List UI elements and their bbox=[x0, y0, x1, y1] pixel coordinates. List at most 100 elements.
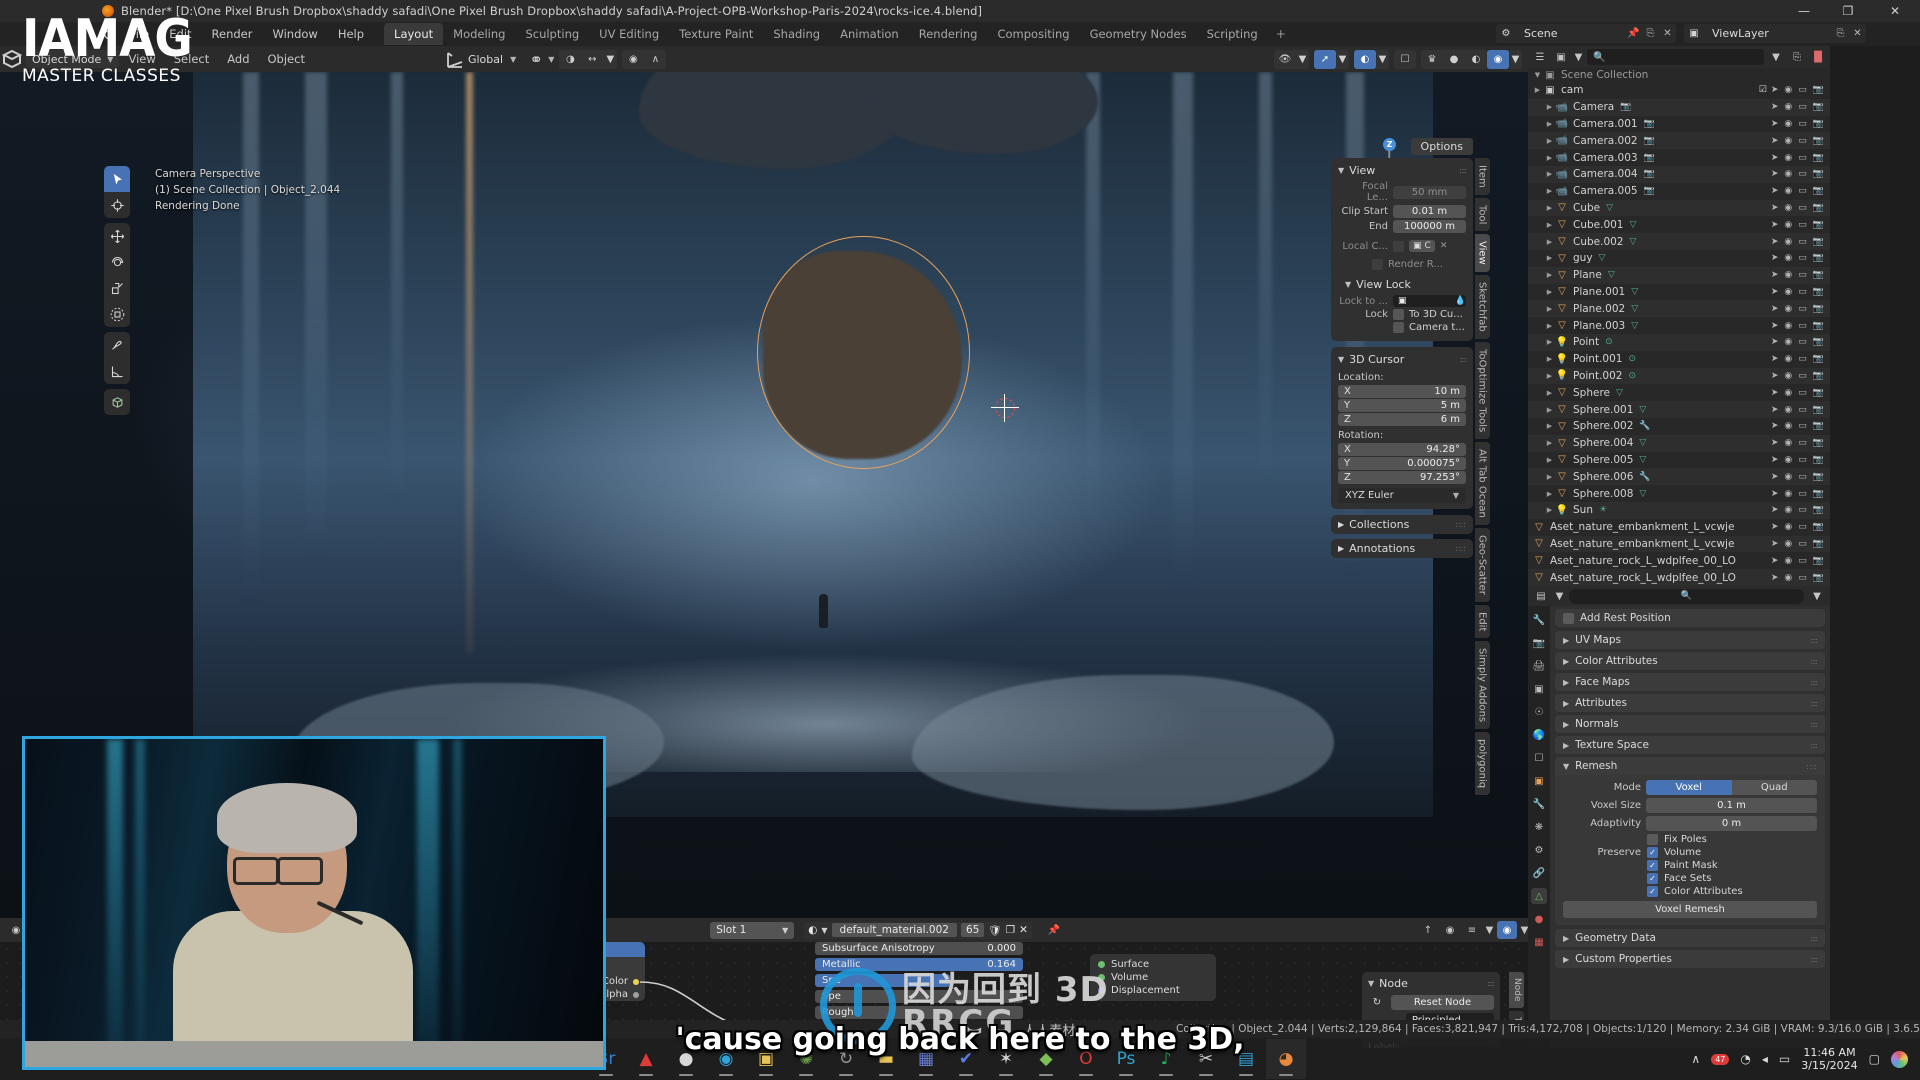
measure-tool-button[interactable] bbox=[104, 358, 130, 384]
collections-panel-header[interactable]: ▶ Collections :::: bbox=[1331, 515, 1473, 534]
disable-render-icon[interactable]: 📷 bbox=[1813, 539, 1824, 549]
properties-editor-type-icon[interactable]: ▤ bbox=[1532, 588, 1550, 605]
menu-help[interactable]: Help bbox=[328, 24, 374, 44]
properties-search-input[interactable]: 🔍 bbox=[1569, 588, 1804, 604]
disable-render-icon[interactable]: 📷 bbox=[1813, 421, 1824, 431]
disable-render-icon[interactable]: 📷 bbox=[1813, 270, 1824, 280]
restrict-select-icon[interactable]: ➤ bbox=[1771, 472, 1779, 482]
outliner-row[interactable]: ▶ 📹 Camera.005 📷 ➤ ◉ ▭ 📷 bbox=[1528, 183, 1830, 200]
disable-viewport-icon[interactable]: ▭ bbox=[1798, 573, 1807, 583]
hide-viewport-icon[interactable]: ◉ bbox=[1784, 321, 1792, 331]
n-tab-simply-addons[interactable]: Simply Addons bbox=[1474, 640, 1490, 730]
light-data-icon[interactable]: ⊙ bbox=[1605, 337, 1613, 347]
restrict-select-icon[interactable]: ➤ bbox=[1771, 253, 1779, 263]
cursor-rotation-z[interactable]: Z 97.253° bbox=[1338, 471, 1466, 484]
outliner-delete-icon[interactable]: █ bbox=[1809, 49, 1827, 66]
hide-viewport-icon[interactable]: ◉ bbox=[1784, 287, 1792, 297]
prop-tab-physics[interactable]: ⚙ bbox=[1531, 842, 1547, 858]
disable-viewport-icon[interactable]: ▭ bbox=[1798, 169, 1807, 179]
show-gizmo-icon[interactable]: ➚ bbox=[1314, 49, 1336, 69]
expand-icon[interactable]: ▶ bbox=[1544, 271, 1555, 279]
hide-viewport-icon[interactable]: ◉ bbox=[1784, 354, 1792, 364]
rotate-tool-button[interactable] bbox=[104, 249, 130, 275]
hide-viewport-icon[interactable]: ◉ bbox=[1784, 153, 1792, 163]
hide-viewport-icon[interactable]: ◉ bbox=[1784, 573, 1792, 583]
expand-icon[interactable]: ▶ bbox=[1544, 456, 1555, 464]
mesh-data-icon[interactable]: ▽ bbox=[1639, 405, 1646, 415]
local-camera-clear-icon[interactable]: ✕ bbox=[1440, 241, 1448, 251]
properties-section-header[interactable]: ▶ Normals:::: bbox=[1555, 715, 1825, 733]
mesh-data-icon[interactable]: ▽ bbox=[1616, 388, 1623, 398]
properties-section-header[interactable]: ▶ Geometry Data:::: bbox=[1555, 929, 1825, 947]
disable-render-icon[interactable]: 📷 bbox=[1813, 136, 1824, 146]
annotations-panel-header[interactable]: ▶ Annotations :::: bbox=[1331, 539, 1473, 558]
outliner-row[interactable]: ▶ ▽ Cube.002 ▽ ➤ ◉ ▭ 📷 bbox=[1528, 233, 1830, 250]
restrict-select-icon[interactable]: ➤ bbox=[1771, 136, 1779, 146]
disable-viewport-icon[interactable]: ▭ bbox=[1798, 220, 1807, 230]
hide-viewport-icon[interactable]: ◉ bbox=[1784, 405, 1792, 415]
outliner-new-collection-icon[interactable]: ⎘ bbox=[1788, 49, 1806, 66]
disable-viewport-icon[interactable]: ▭ bbox=[1798, 203, 1807, 213]
shader-tab-node[interactable]: Node bbox=[1509, 972, 1524, 1008]
cursor-tool-button[interactable] bbox=[104, 192, 130, 218]
disable-render-icon[interactable]: 📷 bbox=[1813, 321, 1824, 331]
disable-viewport-icon[interactable]: ▭ bbox=[1798, 556, 1807, 566]
view-panel-header[interactable]: ▼ View :::: bbox=[1331, 162, 1473, 179]
viewlayer-selector[interactable]: ▣ ViewLayer ⎘ ✕ bbox=[1684, 24, 1866, 43]
disable-render-icon[interactable]: 📷 bbox=[1813, 85, 1824, 95]
restrict-select-icon[interactable]: ➤ bbox=[1771, 102, 1779, 112]
close-button[interactable]: ✕ bbox=[1870, 0, 1920, 22]
prop-tab-texture[interactable]: ▦ bbox=[1531, 934, 1547, 950]
expand-icon[interactable]: ▶ bbox=[1544, 154, 1555, 162]
outliner-row[interactable]: ▶ ▽ Plane.002 ▽ ➤ ◉ ▭ 📷 bbox=[1528, 300, 1830, 318]
restrict-select-icon[interactable]: ➤ bbox=[1771, 421, 1779, 431]
add-rest-position-checkbox[interactable] bbox=[1563, 612, 1574, 624]
expand-icon[interactable]: ▶ bbox=[1544, 338, 1555, 346]
tab-compositing[interactable]: Compositing bbox=[987, 23, 1079, 45]
outliner-row[interactable]: ▶ ▽ Sphere.005 ▽ ➤ ◉ ▭ 📷 bbox=[1528, 452, 1830, 469]
annotate-tool-button[interactable] bbox=[104, 332, 130, 358]
outliner-row[interactable]: ▶ ▽ Sphere.001 ▽ ➤ ◉ ▭ 📷 bbox=[1528, 401, 1830, 418]
scene-selector[interactable]: ⚙ Scene 📌 ⎘ ✕ bbox=[1496, 24, 1676, 43]
cursor-rotation-x[interactable]: X 94.28° bbox=[1338, 443, 1466, 456]
prop-tab-output[interactable]: 🖨 bbox=[1531, 658, 1547, 674]
unlink-icon[interactable]: ✕ bbox=[1019, 924, 1028, 936]
hide-viewport-icon[interactable]: ◉ bbox=[1784, 169, 1792, 179]
material-datablock[interactable]: ◐ ▼ default_material.002 65 🛡 ❐ ✕ bbox=[804, 921, 1032, 939]
eyedropper-icon[interactable]: 💧 bbox=[1455, 296, 1466, 306]
surface-socket[interactable] bbox=[1098, 961, 1105, 968]
n-tab-polygoniq[interactable]: polygoniq bbox=[1474, 732, 1490, 796]
disable-viewport-icon[interactable]: ▭ bbox=[1798, 405, 1807, 415]
tab-texture-paint[interactable]: Texture Paint bbox=[669, 23, 763, 45]
tab-geometry-nodes[interactable]: Geometry Nodes bbox=[1080, 23, 1197, 45]
disable-render-icon[interactable]: 📷 bbox=[1813, 489, 1824, 499]
add-workspace-button[interactable]: + bbox=[1268, 27, 1294, 41]
n-tab-tooptimize-tools[interactable]: ToOptimize Tools bbox=[1474, 341, 1490, 439]
camera-data-icon[interactable]: 📷 bbox=[1620, 102, 1631, 112]
disable-render-icon[interactable]: 📷 bbox=[1813, 287, 1824, 297]
disable-render-icon[interactable]: 📷 bbox=[1813, 371, 1824, 381]
preserve-paint-mask-row[interactable]: ✓ Paint Mask bbox=[1647, 860, 1817, 871]
focal-length-value[interactable]: 50 mm bbox=[1393, 185, 1466, 199]
maximize-button[interactable]: ❐ bbox=[1826, 0, 1870, 22]
unlink-scene-icon[interactable]: ✕ bbox=[1659, 25, 1676, 42]
outliner-row[interactable]: ▶ 💡 Point.001 ⊙ ➤ ◉ ▭ 📷 bbox=[1528, 351, 1830, 368]
hide-viewport-icon[interactable]: ◉ bbox=[1784, 472, 1792, 482]
expand-icon[interactable]: ▶ bbox=[1544, 322, 1555, 330]
disable-render-icon[interactable]: 📷 bbox=[1813, 253, 1824, 263]
disable-render-icon[interactable]: 📷 bbox=[1813, 203, 1824, 213]
sun-data-icon[interactable]: ☀ bbox=[1599, 505, 1607, 515]
mesh-data-icon[interactable]: ▽ bbox=[1639, 489, 1646, 499]
disable-viewport-icon[interactable]: ▭ bbox=[1798, 371, 1807, 381]
properties-section-header[interactable]: ▶ UV Maps:::: bbox=[1555, 631, 1825, 649]
hide-viewport-icon[interactable]: ◉ bbox=[1784, 539, 1792, 549]
restrict-select-icon[interactable]: ➤ bbox=[1771, 220, 1779, 230]
voxel-size-value[interactable]: 0.1 m bbox=[1646, 798, 1817, 813]
restrict-select-icon[interactable]: ➤ bbox=[1771, 405, 1779, 415]
disable-render-icon[interactable]: 📷 bbox=[1813, 220, 1824, 230]
tab-layout[interactable]: Layout bbox=[384, 23, 444, 45]
snap-target-icon[interactable]: ◉ bbox=[622, 50, 644, 69]
restrict-select-icon[interactable]: ➤ bbox=[1771, 388, 1779, 398]
preserve-paint-mask-checkbox[interactable]: ✓ bbox=[1647, 860, 1658, 871]
outliner-editor[interactable]: ☰ ▣ ▼ 🔍 ▼ ⎘ █ ▼ ▣ Scene Collection ▶ ▣ cam… bbox=[1528, 46, 1830, 586]
